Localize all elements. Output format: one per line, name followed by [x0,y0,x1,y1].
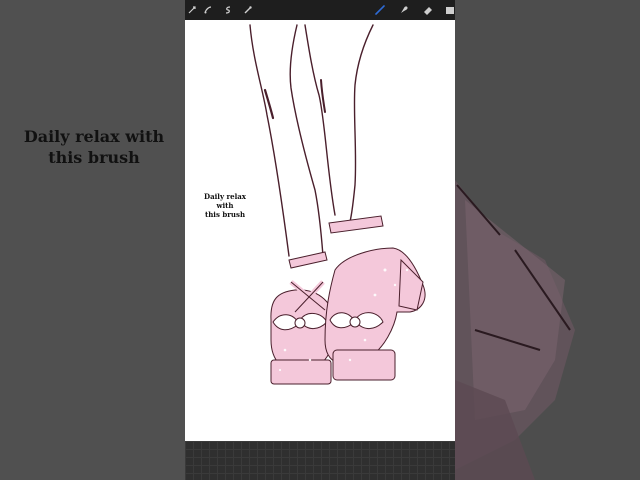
eyedropper-icon[interactable] [241,3,255,17]
side-caption-line2: this brush [48,148,140,167]
zoomed-artwork-backdrop [455,180,575,480]
left-backdrop: Daily relax with this brush [0,0,185,480]
canvas-caption-line2: this brush [204,210,246,219]
side-caption-line1: Daily relax with [23,127,165,146]
selection-icon[interactable] [201,3,215,17]
artwork-illustration [249,24,426,385]
smudge-icon[interactable] [397,3,411,17]
bottom-grid-area [185,441,455,480]
brush-icon[interactable] [373,3,387,17]
canvas-caption-line1: Daily relax with [204,192,246,210]
right-backdrop [455,0,640,480]
transform-icon[interactable] [221,3,235,17]
layers-icon[interactable] [443,3,455,17]
drawing-canvas[interactable]: Daily relax with this brush [185,20,455,441]
canvas-caption: Daily relax with this brush [195,192,255,219]
top-toolbar [185,0,455,20]
eraser-icon[interactable] [421,3,435,17]
adjustments-icon[interactable] [185,3,199,17]
procreate-app: Daily relax with this brush [185,0,455,480]
side-caption: Daily relax with this brush [20,126,168,168]
